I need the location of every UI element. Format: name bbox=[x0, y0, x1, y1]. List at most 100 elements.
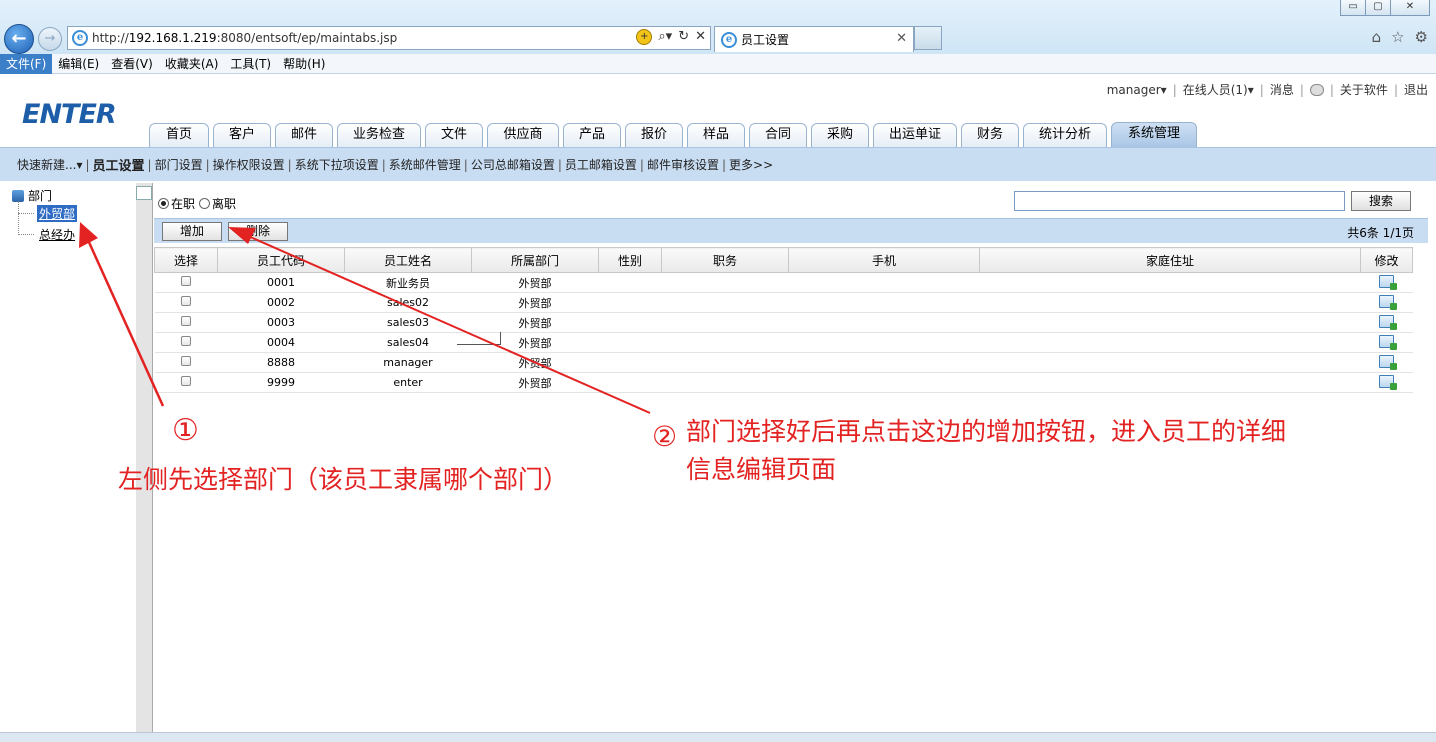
stop-icon[interactable]: ✕ bbox=[695, 29, 706, 45]
favorites-star-icon[interactable]: ☆ bbox=[1391, 28, 1404, 46]
close-window-button[interactable]: ✕ bbox=[1390, 0, 1430, 16]
new-tab-button[interactable] bbox=[914, 26, 942, 50]
tab-product[interactable]: 产品 bbox=[563, 123, 621, 147]
edit-icon[interactable] bbox=[1379, 314, 1397, 330]
subnav-more[interactable]: 更多>> bbox=[729, 156, 773, 173]
messages-link[interactable]: 消息 bbox=[1270, 81, 1294, 98]
main-tabs: 首页 客户 邮件 业务检查 文件 供应商 产品 报价 样品 合同 采购 出运单证… bbox=[149, 122, 1201, 147]
table-row[interactable]: 0003 sales03 外贸部 bbox=[154, 312, 1413, 333]
chat-icon[interactable] bbox=[1309, 83, 1324, 96]
tab-files[interactable]: 文件 bbox=[425, 123, 483, 147]
edit-icon[interactable] bbox=[1379, 374, 1397, 390]
subnav-permission-settings[interactable]: 操作权限设置 bbox=[213, 156, 285, 173]
row-checkbox[interactable] bbox=[181, 336, 191, 346]
tab-system-management[interactable]: 系统管理 bbox=[1111, 122, 1197, 147]
edit-icon[interactable] bbox=[1379, 274, 1397, 290]
subnav-mail-review[interactable]: 邮件审核设置 bbox=[647, 156, 719, 173]
collapse-toggle[interactable] bbox=[136, 186, 152, 200]
address-bar[interactable]: e http://192.168.1.219:8080/entsoft/ep/m… bbox=[67, 26, 711, 50]
col-edit[interactable]: 修改 bbox=[1360, 247, 1413, 273]
radio-active[interactable] bbox=[158, 198, 169, 209]
table-row[interactable]: 9999 enter 外贸部 bbox=[154, 372, 1413, 393]
col-employee-code[interactable]: 员工代码 bbox=[217, 247, 345, 273]
tab-quotation[interactable]: 报价 bbox=[625, 123, 683, 147]
row-checkbox[interactable] bbox=[181, 276, 191, 286]
cell-code: 0002 bbox=[217, 292, 345, 313]
about-link[interactable]: 关于软件 bbox=[1340, 81, 1388, 98]
tab-home[interactable]: 首页 bbox=[149, 123, 209, 147]
delete-button[interactable]: 删除 bbox=[228, 222, 288, 241]
cell-dept: 外贸部 bbox=[471, 312, 599, 333]
row-checkbox[interactable] bbox=[181, 296, 191, 306]
table-row[interactable]: 0002 sales02 外贸部 bbox=[154, 292, 1413, 313]
tree-item-general-office[interactable]: 总经办 bbox=[37, 226, 77, 243]
panel-splitter[interactable] bbox=[136, 183, 153, 732]
tab-supplier[interactable]: 供应商 bbox=[487, 123, 559, 147]
tab-statistics[interactable]: 统计分析 bbox=[1023, 123, 1107, 147]
browser-tab-active[interactable]: e 员工设置 ✕ bbox=[714, 26, 914, 52]
maximize-button[interactable]: ▢ bbox=[1365, 0, 1391, 16]
search-dropdown-icon[interactable]: ⌕▾ bbox=[658, 29, 672, 45]
refresh-icon[interactable]: ↻ bbox=[678, 29, 689, 45]
menu-help[interactable]: 帮助(H) bbox=[277, 54, 331, 74]
search-input[interactable] bbox=[1014, 191, 1345, 211]
table-row[interactable]: 8888 manager 外贸部 bbox=[154, 352, 1413, 373]
pager-info: 共6条 1/1页 bbox=[1347, 226, 1414, 240]
radio-left[interactable] bbox=[199, 198, 211, 209]
tab-purchase[interactable]: 采购 bbox=[811, 123, 869, 147]
menu-tools[interactable]: 工具(T) bbox=[224, 54, 277, 74]
online-users-menu[interactable]: 在线人员(1)▾ bbox=[1183, 81, 1254, 98]
home-icon[interactable]: ⌂ bbox=[1372, 28, 1382, 46]
subnav-system-mail[interactable]: 系统邮件管理 bbox=[389, 156, 461, 173]
tab-mail[interactable]: 邮件 bbox=[275, 123, 333, 147]
row-checkbox[interactable] bbox=[181, 376, 191, 386]
subnav-dropdown-settings[interactable]: 系统下拉项设置 bbox=[295, 156, 379, 173]
col-employee-name[interactable]: 员工姓名 bbox=[344, 247, 472, 273]
menu-view[interactable]: 查看(V) bbox=[105, 54, 159, 74]
subnav-employee-settings[interactable]: 员工设置 bbox=[93, 155, 145, 174]
logout-link[interactable]: 退出 bbox=[1404, 81, 1428, 98]
subnav-department-settings[interactable]: 部门设置 bbox=[155, 156, 203, 173]
tree-root-label: 部门 bbox=[28, 189, 53, 203]
subnav-employee-mailbox[interactable]: 员工邮箱设置 bbox=[565, 156, 637, 173]
col-home-address[interactable]: 家庭住址 bbox=[979, 247, 1361, 273]
menu-favorites[interactable]: 收藏夹(A) bbox=[159, 54, 225, 74]
row-checkbox[interactable] bbox=[181, 356, 191, 366]
settings-gear-icon[interactable]: ⚙ bbox=[1415, 28, 1428, 46]
tab-customer[interactable]: 客户 bbox=[213, 123, 271, 147]
quick-create-menu[interactable]: 快速新建...▾ bbox=[17, 156, 82, 173]
menu-edit[interactable]: 编辑(E) bbox=[52, 54, 105, 74]
tab-sample[interactable]: 样品 bbox=[687, 123, 745, 147]
tab-shipping-docs[interactable]: 出运单证 bbox=[873, 123, 957, 147]
tab-finance[interactable]: 财务 bbox=[961, 123, 1019, 147]
tab-business-check[interactable]: 业务检查 bbox=[337, 123, 421, 147]
annotation-step-2-number: ② bbox=[652, 420, 678, 453]
add-button[interactable]: 增加 bbox=[162, 222, 222, 241]
back-arrow-icon[interactable]: ← bbox=[4, 24, 34, 54]
col-gender[interactable]: 性别 bbox=[598, 247, 662, 273]
url-text[interactable]: http://192.168.1.219:8080/entsoft/ep/mai… bbox=[92, 31, 397, 45]
edit-icon[interactable] bbox=[1379, 294, 1397, 310]
table-row[interactable]: 0001 新业务员 外贸部 bbox=[154, 272, 1413, 293]
compatibility-icon[interactable]: + bbox=[636, 29, 653, 45]
tab-close-icon[interactable]: ✕ bbox=[896, 31, 907, 46]
edit-icon[interactable] bbox=[1379, 334, 1397, 350]
user-menu[interactable]: manager▾ bbox=[1107, 83, 1167, 97]
url-host: 192.168.1.219 bbox=[128, 31, 217, 45]
subnav-company-mailbox[interactable]: 公司总邮箱设置 bbox=[471, 156, 555, 173]
col-department[interactable]: 所属部门 bbox=[471, 247, 599, 273]
col-mobile[interactable]: 手机 bbox=[788, 247, 980, 273]
col-select[interactable]: 选择 bbox=[154, 247, 218, 273]
search-button[interactable]: 搜索 bbox=[1351, 191, 1411, 211]
row-checkbox[interactable] bbox=[181, 316, 191, 326]
cell-name: manager bbox=[344, 352, 472, 373]
tab-contract[interactable]: 合同 bbox=[749, 123, 807, 147]
table-row[interactable]: 0004 sales04 外贸部 bbox=[154, 332, 1413, 353]
forward-arrow-icon[interactable]: → bbox=[38, 27, 62, 51]
col-position[interactable]: 职务 bbox=[661, 247, 789, 273]
menu-file[interactable]: 文件(F) bbox=[0, 53, 53, 74]
stray-cursor-line-vertical bbox=[500, 332, 501, 345]
edit-icon[interactable] bbox=[1379, 354, 1397, 370]
tree-item-foreign-trade[interactable]: 外贸部 bbox=[37, 205, 78, 222]
minimize-button[interactable]: ▭ bbox=[1340, 0, 1366, 16]
